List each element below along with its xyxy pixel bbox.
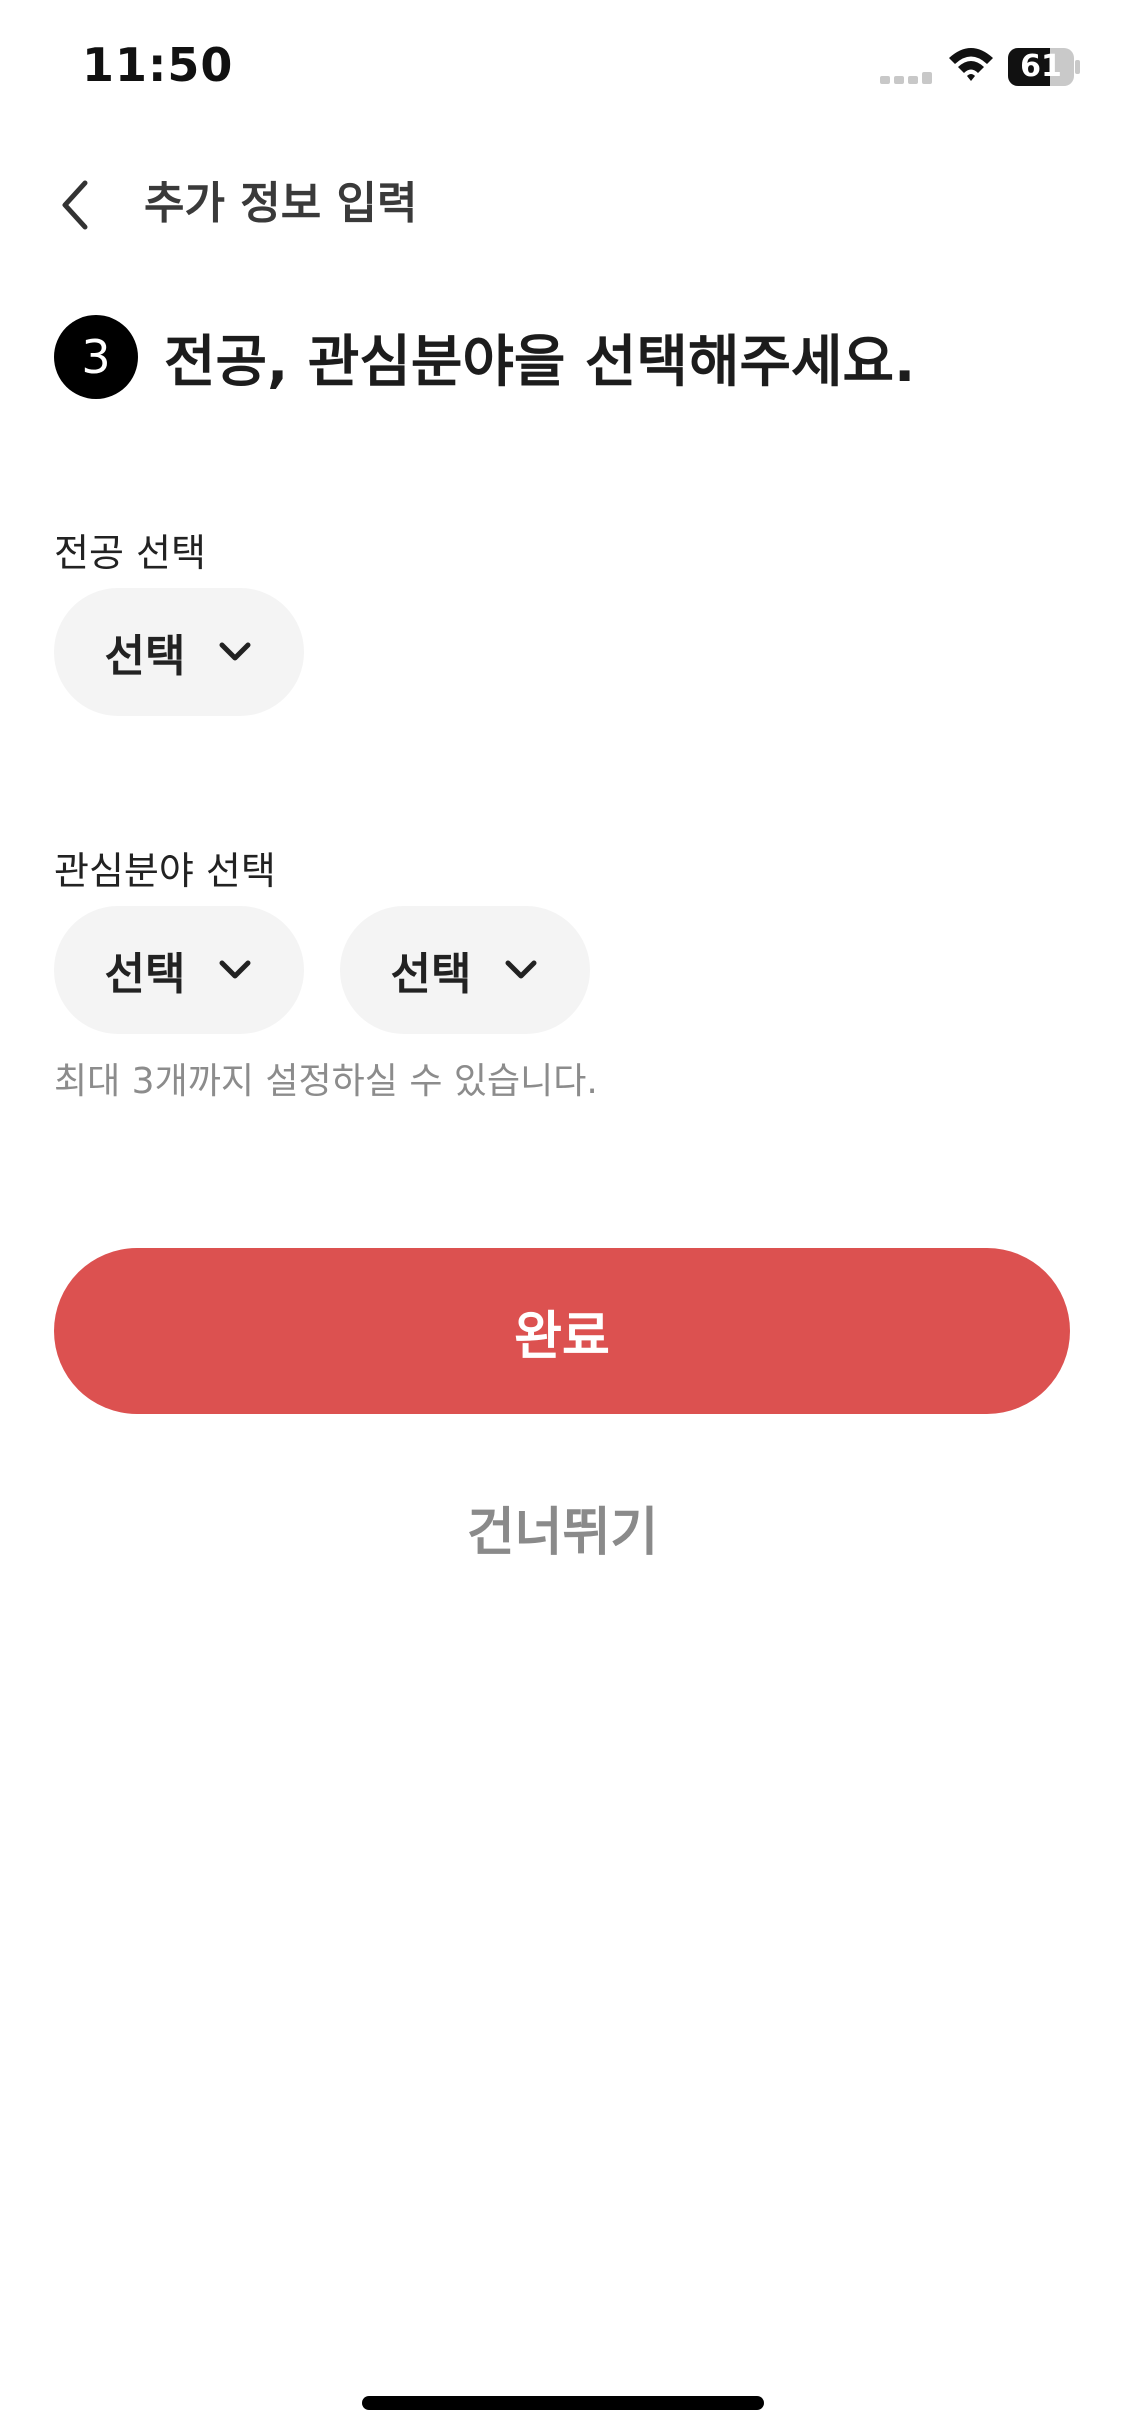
complete-button[interactable]: 완료 xyxy=(54,1248,1070,1414)
step-number-badge: 3 xyxy=(54,315,138,399)
major-label: 전공 선택 xyxy=(54,531,206,575)
chevron-down-icon xyxy=(505,960,537,979)
chevron-down-icon xyxy=(219,960,251,979)
interest-helper-text: 최대 3개까지 설정하실 수 있습니다. xyxy=(54,1061,598,1102)
interest-dropdown-2-value: 선택 xyxy=(390,949,472,1000)
status-time: 11:50 xyxy=(82,38,234,92)
chevron-left-icon xyxy=(62,180,88,230)
major-dropdown-value: 선택 xyxy=(104,631,186,682)
chevron-down-icon xyxy=(219,642,251,661)
back-button[interactable] xyxy=(40,170,110,240)
interest-dropdown-1[interactable]: 선택 xyxy=(54,906,304,1034)
skip-link[interactable]: 건너뛰기 xyxy=(0,1490,1125,1565)
major-dropdown[interactable]: 선택 xyxy=(54,588,304,716)
battery-level: 61 xyxy=(1020,49,1062,84)
page-title: 추가 정보 입력 xyxy=(144,178,418,229)
wifi-icon xyxy=(949,48,993,81)
interest-dropdown-2[interactable]: 선택 xyxy=(340,906,590,1034)
additional-info-screen: 11:50 61 추가 정보 입력 3 전공, 관심분야을 선택해주세요. 전공… xyxy=(0,0,1125,2436)
status-bar: 11:50 61 xyxy=(0,0,1125,140)
header: 추가 정보 입력 xyxy=(0,160,1125,250)
signal-icon xyxy=(880,72,932,84)
interest-dropdown-1-value: 선택 xyxy=(104,949,186,1000)
step-title: 전공, 관심분야을 선택해주세요. xyxy=(164,329,916,395)
home-indicator xyxy=(362,2396,764,2410)
interest-label: 관심분야 선택 xyxy=(54,849,276,893)
step-heading: 3 전공, 관심분야을 선택해주세요. xyxy=(54,312,915,402)
complete-button-label: 완료 xyxy=(514,1307,610,1366)
